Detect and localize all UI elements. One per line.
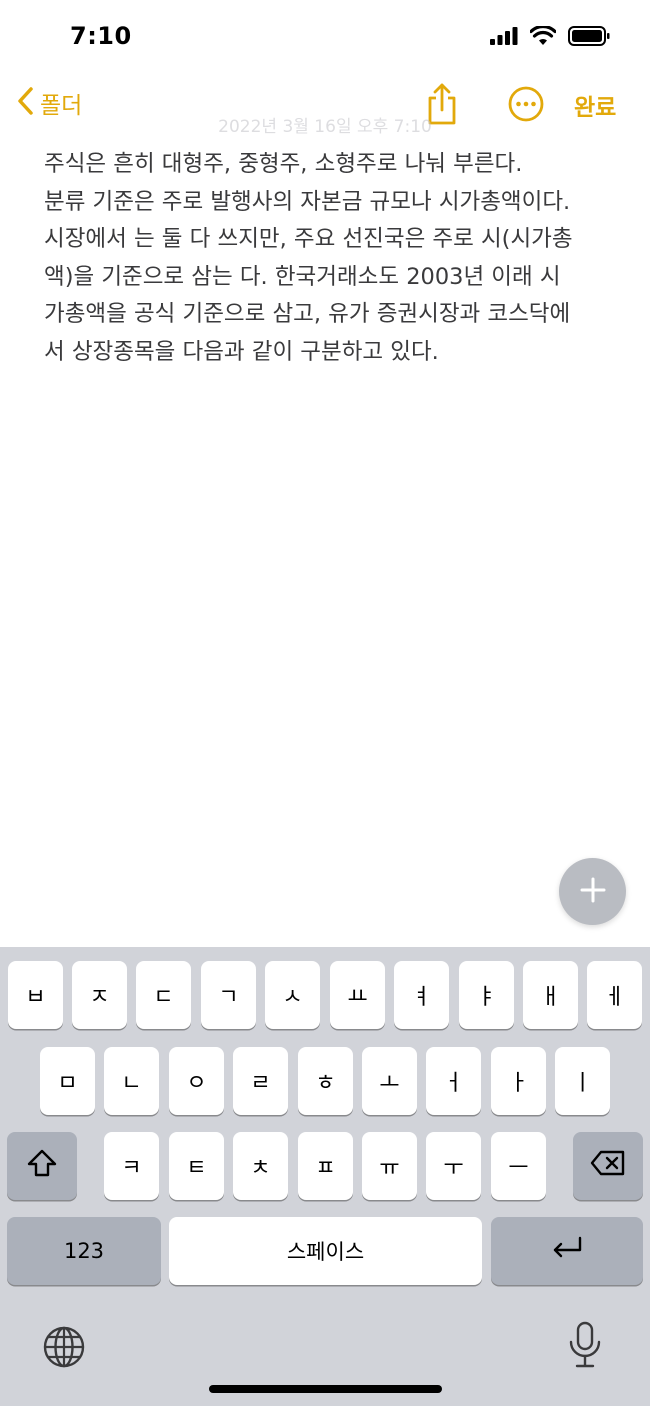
- space-key[interactable]: 스페이스: [169, 1217, 482, 1285]
- note-line: 주식은 흔히 대형주, 중형주, 소형주로 나눠 부른다.: [44, 151, 523, 177]
- plus-icon: [579, 876, 607, 908]
- wifi-icon: [529, 24, 557, 50]
- note-date: 2022년 3월 16일 오후 7:10: [218, 117, 432, 137]
- key[interactable]: ㄹ: [233, 1047, 288, 1115]
- note-line: 가총액을 공식 기준으로 삼고, 유가 증권시장과 코스닥에: [44, 301, 571, 327]
- key[interactable]: ㅍ: [298, 1132, 353, 1200]
- key[interactable]: ㅠ: [362, 1132, 417, 1200]
- key[interactable]: ㅏ: [491, 1047, 546, 1115]
- keyboard: ㅂ ㅈ ㄷ ㄱ ㅅ ㅛ ㅕ ㅑ ㅐ ㅔ ㅁ ㄴ ㅇ ㄹ ㅎ ㅗ ㅓ ㅏ ㅣ ㅋ …: [0, 947, 650, 1406]
- key[interactable]: ㅜ: [426, 1132, 481, 1200]
- key[interactable]: ㅁ: [40, 1047, 95, 1115]
- return-icon: [550, 1235, 584, 1267]
- key[interactable]: ㅑ: [459, 961, 514, 1029]
- key[interactable]: ㅣ: [555, 1047, 610, 1115]
- status-bar: 7:10: [0, 0, 650, 72]
- key[interactable]: ㅋ: [104, 1132, 159, 1200]
- signal-icon: [490, 27, 518, 49]
- key[interactable]: ㅇ: [169, 1047, 224, 1115]
- key[interactable]: ㅅ: [265, 961, 320, 1029]
- key[interactable]: ㄴ: [104, 1047, 159, 1115]
- note-body[interactable]: 주식은 흔히 대형주, 중형주, 소형주로 나눠 부른다. 분류 기준은 주로 …: [44, 146, 619, 371]
- key[interactable]: ㅂ: [8, 961, 63, 1029]
- add-button[interactable]: [559, 858, 626, 925]
- note-line: 서 상장종목을 다음과 같이 구분하고 있다.: [44, 338, 439, 365]
- numbers-key[interactable]: 123: [7, 1217, 161, 1285]
- note-line: 시장에서 는 둘 다 쓰지만, 주요 선진국은 주로 시(시가총: [44, 226, 573, 252]
- key[interactable]: ㅓ: [426, 1047, 481, 1115]
- shift-icon: [27, 1149, 57, 1183]
- microphone-button[interactable]: [567, 1321, 603, 1369]
- return-key[interactable]: [491, 1217, 643, 1285]
- key[interactable]: ㅈ: [72, 961, 127, 1029]
- key[interactable]: ㅡ: [491, 1132, 546, 1200]
- home-indicator[interactable]: [209, 1385, 442, 1393]
- key[interactable]: ㄷ: [136, 961, 191, 1029]
- key[interactable]: ㅌ: [169, 1132, 224, 1200]
- battery-icon: [568, 26, 610, 50]
- delete-key[interactable]: [573, 1132, 643, 1200]
- key[interactable]: ㅛ: [330, 961, 385, 1029]
- status-time: 7:10: [70, 22, 132, 50]
- key[interactable]: ㅗ: [362, 1047, 417, 1115]
- key[interactable]: ㅕ: [394, 961, 449, 1029]
- microphone-icon: [567, 1321, 603, 1373]
- globe-button[interactable]: [42, 1325, 86, 1369]
- key[interactable]: ㅔ: [587, 961, 642, 1029]
- note-line: 분류 기준은 주로 발행사의 자본금 규모나 시가총액이다.: [44, 188, 571, 215]
- status-icons: [490, 24, 610, 50]
- note-line: 액)을 기준으로 삼는 다. 한국거래소도 2003년 이래 시: [44, 263, 561, 290]
- globe-icon: [42, 1326, 86, 1373]
- key[interactable]: ㄱ: [201, 961, 256, 1029]
- delete-icon: [590, 1150, 626, 1182]
- key[interactable]: ㅎ: [298, 1047, 353, 1115]
- key[interactable]: ㅊ: [233, 1132, 288, 1200]
- shift-key[interactable]: [7, 1132, 77, 1200]
- key[interactable]: ㅐ: [523, 961, 578, 1029]
